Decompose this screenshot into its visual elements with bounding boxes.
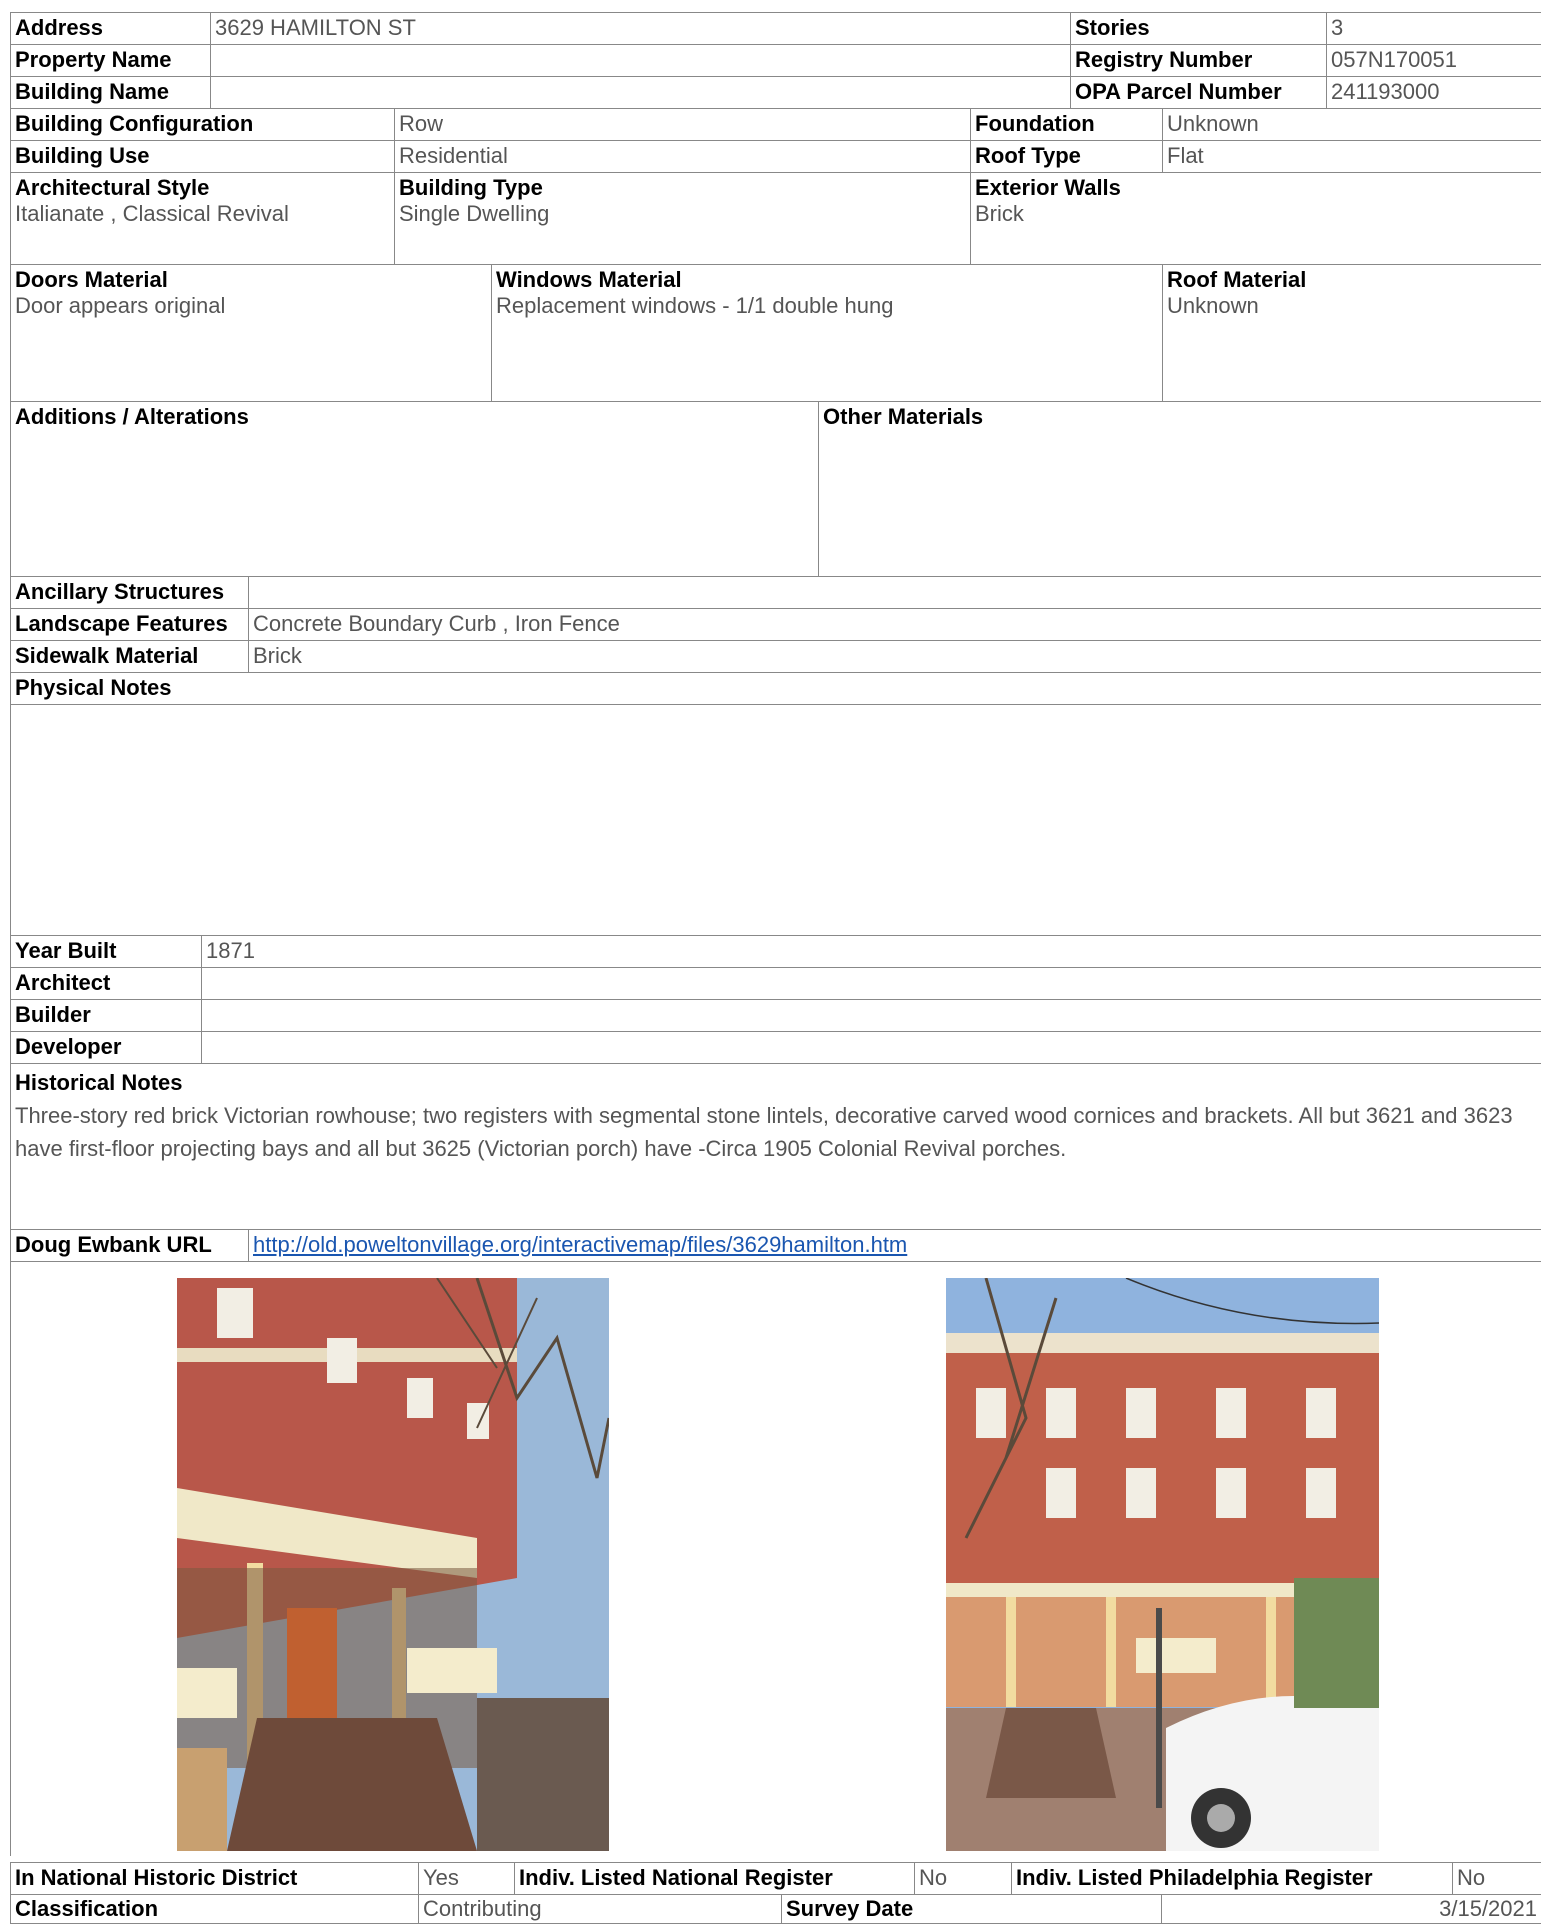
roof-material-value: Unknown bbox=[1167, 293, 1259, 318]
building-type-value: Single Dwelling bbox=[399, 201, 550, 226]
exterior-walls-label: Exterior Walls bbox=[975, 175, 1121, 200]
doug-ewbank-link[interactable]: http://old.poweltonvillage.org/interacti… bbox=[253, 1232, 907, 1257]
materials-row: Doors Material Door appears original Win… bbox=[10, 265, 1541, 402]
other-materials-label: Other Materials bbox=[823, 404, 984, 429]
ancillary-value bbox=[248, 577, 1541, 608]
classification-label: Classification bbox=[10, 1894, 418, 1923]
property-name-value bbox=[210, 45, 1070, 76]
roof-type-label: Roof Type bbox=[970, 141, 1162, 172]
architect-value bbox=[201, 968, 1541, 999]
address-value: 3629 HAMILTON ST bbox=[210, 13, 1070, 44]
historical-notes-row: Historical Notes Three-story red brick V… bbox=[10, 1064, 1541, 1230]
architect-row: Architect bbox=[10, 968, 1541, 1000]
address-label: Address bbox=[10, 13, 210, 44]
architectural-style-value: Italianate , Classical Revival bbox=[15, 201, 289, 226]
additions-cell: Additions / Alterations bbox=[10, 402, 818, 576]
classification-row: Classification Contributing Survey Date … bbox=[10, 1894, 1541, 1924]
developer-row: Developer bbox=[10, 1032, 1541, 1064]
architectural-style-cell: Architectural Style Italianate , Classic… bbox=[10, 173, 394, 264]
ancillary-row: Ancillary Structures bbox=[10, 577, 1541, 609]
foundation-label: Foundation bbox=[970, 109, 1162, 140]
windows-material-cell: Windows Material Replacement windows - 1… bbox=[491, 265, 1162, 401]
year-built-label: Year Built bbox=[10, 936, 201, 967]
doors-material-cell: Doors Material Door appears original bbox=[10, 265, 491, 401]
url-label: Doug Ewbank URL bbox=[10, 1230, 248, 1261]
url-cell: http://old.poweltonvillage.org/interacti… bbox=[248, 1230, 1541, 1261]
philadelphia-register-label: Indiv. Listed Philadelphia Register bbox=[1011, 1863, 1452, 1894]
register-row: In National Historic District Yes Indiv.… bbox=[10, 1862, 1541, 1895]
registry-number-value: 057N170051 bbox=[1326, 45, 1541, 76]
roof-material-cell: Roof Material Unknown bbox=[1162, 265, 1541, 401]
architect-label: Architect bbox=[10, 968, 201, 999]
property-name-label: Property Name bbox=[10, 45, 210, 76]
historical-notes-label: Historical Notes bbox=[15, 1070, 183, 1095]
additions-label: Additions / Alterations bbox=[15, 404, 249, 429]
windows-material-value: Replacement windows - 1/1 double hung bbox=[496, 293, 894, 318]
address-row: Address 3629 HAMILTON ST Stories 3 bbox=[10, 13, 1541, 45]
national-district-label: In National Historic District bbox=[10, 1863, 418, 1894]
stories-value: 3 bbox=[1326, 13, 1541, 44]
historical-notes-value: Three-story red brick Victorian rowhouse… bbox=[15, 1103, 1513, 1161]
style-row: Architectural Style Italianate , Classic… bbox=[10, 173, 1541, 265]
building-name-row: Building Name OPA Parcel Number 24119300… bbox=[10, 77, 1541, 109]
building-type-cell: Building Type Single Dwelling bbox=[394, 173, 970, 264]
top-strip bbox=[10, 0, 1541, 13]
url-row: Doug Ewbank URL http://old.poweltonvilla… bbox=[10, 1230, 1541, 1262]
builder-value bbox=[201, 1000, 1541, 1031]
opa-parcel-value: 241193000 bbox=[1326, 77, 1541, 108]
stories-label: Stories bbox=[1070, 13, 1326, 44]
other-materials-cell: Other Materials bbox=[818, 402, 1541, 576]
ancillary-label: Ancillary Structures bbox=[10, 577, 248, 608]
property-survey-form: Address 3629 HAMILTON ST Stories 3 Prope… bbox=[0, 0, 1541, 1924]
classification-value: Contributing bbox=[418, 1894, 781, 1923]
sidewalk-label: Sidewalk Material bbox=[10, 641, 248, 672]
building-name-label: Building Name bbox=[10, 77, 210, 108]
national-register-label: Indiv. Listed National Register bbox=[514, 1863, 914, 1894]
building-use-label: Building Use bbox=[10, 141, 394, 172]
doors-material-value: Door appears original bbox=[15, 293, 226, 318]
year-built-value: 1871 bbox=[201, 936, 1541, 967]
roof-type-value: Flat bbox=[1162, 141, 1541, 172]
landscape-value: Concrete Boundary Curb , Iron Fence bbox=[248, 609, 1541, 640]
sidewalk-row: Sidewalk Material Brick bbox=[10, 641, 1541, 673]
exterior-walls-cell: Exterior Walls Brick bbox=[970, 173, 1541, 264]
developer-value bbox=[201, 1032, 1541, 1063]
building-name-value bbox=[210, 77, 1070, 108]
building-use-row: Building Use Residential Roof Type Flat bbox=[10, 141, 1541, 173]
national-district-value: Yes bbox=[418, 1863, 514, 1894]
building-use-value: Residential bbox=[394, 141, 970, 172]
physical-notes-body bbox=[10, 705, 1541, 936]
alterations-row: Additions / Alterations Other Materials bbox=[10, 402, 1541, 577]
physical-notes-value bbox=[10, 705, 1541, 935]
builder-row: Builder bbox=[10, 1000, 1541, 1032]
windows-material-label: Windows Material bbox=[496, 267, 682, 292]
property-name-row: Property Name Registry Number 057N170051 bbox=[10, 45, 1541, 77]
opa-parcel-label: OPA Parcel Number bbox=[1070, 77, 1326, 108]
building-type-label: Building Type bbox=[399, 175, 543, 200]
doors-material-label: Doors Material bbox=[15, 267, 168, 292]
house-photo-right bbox=[946, 1278, 1379, 1851]
landscape-label: Landscape Features bbox=[10, 609, 248, 640]
configuration-value: Row bbox=[394, 109, 970, 140]
configuration-row: Building Configuration Row Foundation Un… bbox=[10, 109, 1541, 141]
landscape-row: Landscape Features Concrete Boundary Cur… bbox=[10, 609, 1541, 641]
national-register-value: No bbox=[914, 1863, 1011, 1894]
historical-notes-cell: Historical Notes Three-story red brick V… bbox=[10, 1064, 1541, 1229]
roof-material-label: Roof Material bbox=[1167, 267, 1307, 292]
configuration-label: Building Configuration bbox=[10, 109, 394, 140]
foundation-value: Unknown bbox=[1162, 109, 1541, 140]
exterior-walls-value: Brick bbox=[975, 201, 1024, 226]
survey-date-label: Survey Date bbox=[781, 1894, 1161, 1923]
builder-label: Builder bbox=[10, 1000, 201, 1031]
year-built-row: Year Built 1871 bbox=[10, 936, 1541, 968]
physical-notes-label: Physical Notes bbox=[10, 673, 1541, 704]
physical-notes-header-row: Physical Notes bbox=[10, 673, 1541, 705]
registry-number-label: Registry Number bbox=[1070, 45, 1326, 76]
philadelphia-register-value: No bbox=[1452, 1863, 1541, 1894]
survey-date-value: 3/15/2021 bbox=[1161, 1894, 1541, 1923]
sidewalk-value: Brick bbox=[248, 641, 1541, 672]
architectural-style-label: Architectural Style bbox=[15, 175, 210, 200]
developer-label: Developer bbox=[10, 1032, 201, 1063]
house-photo-left bbox=[177, 1278, 609, 1851]
